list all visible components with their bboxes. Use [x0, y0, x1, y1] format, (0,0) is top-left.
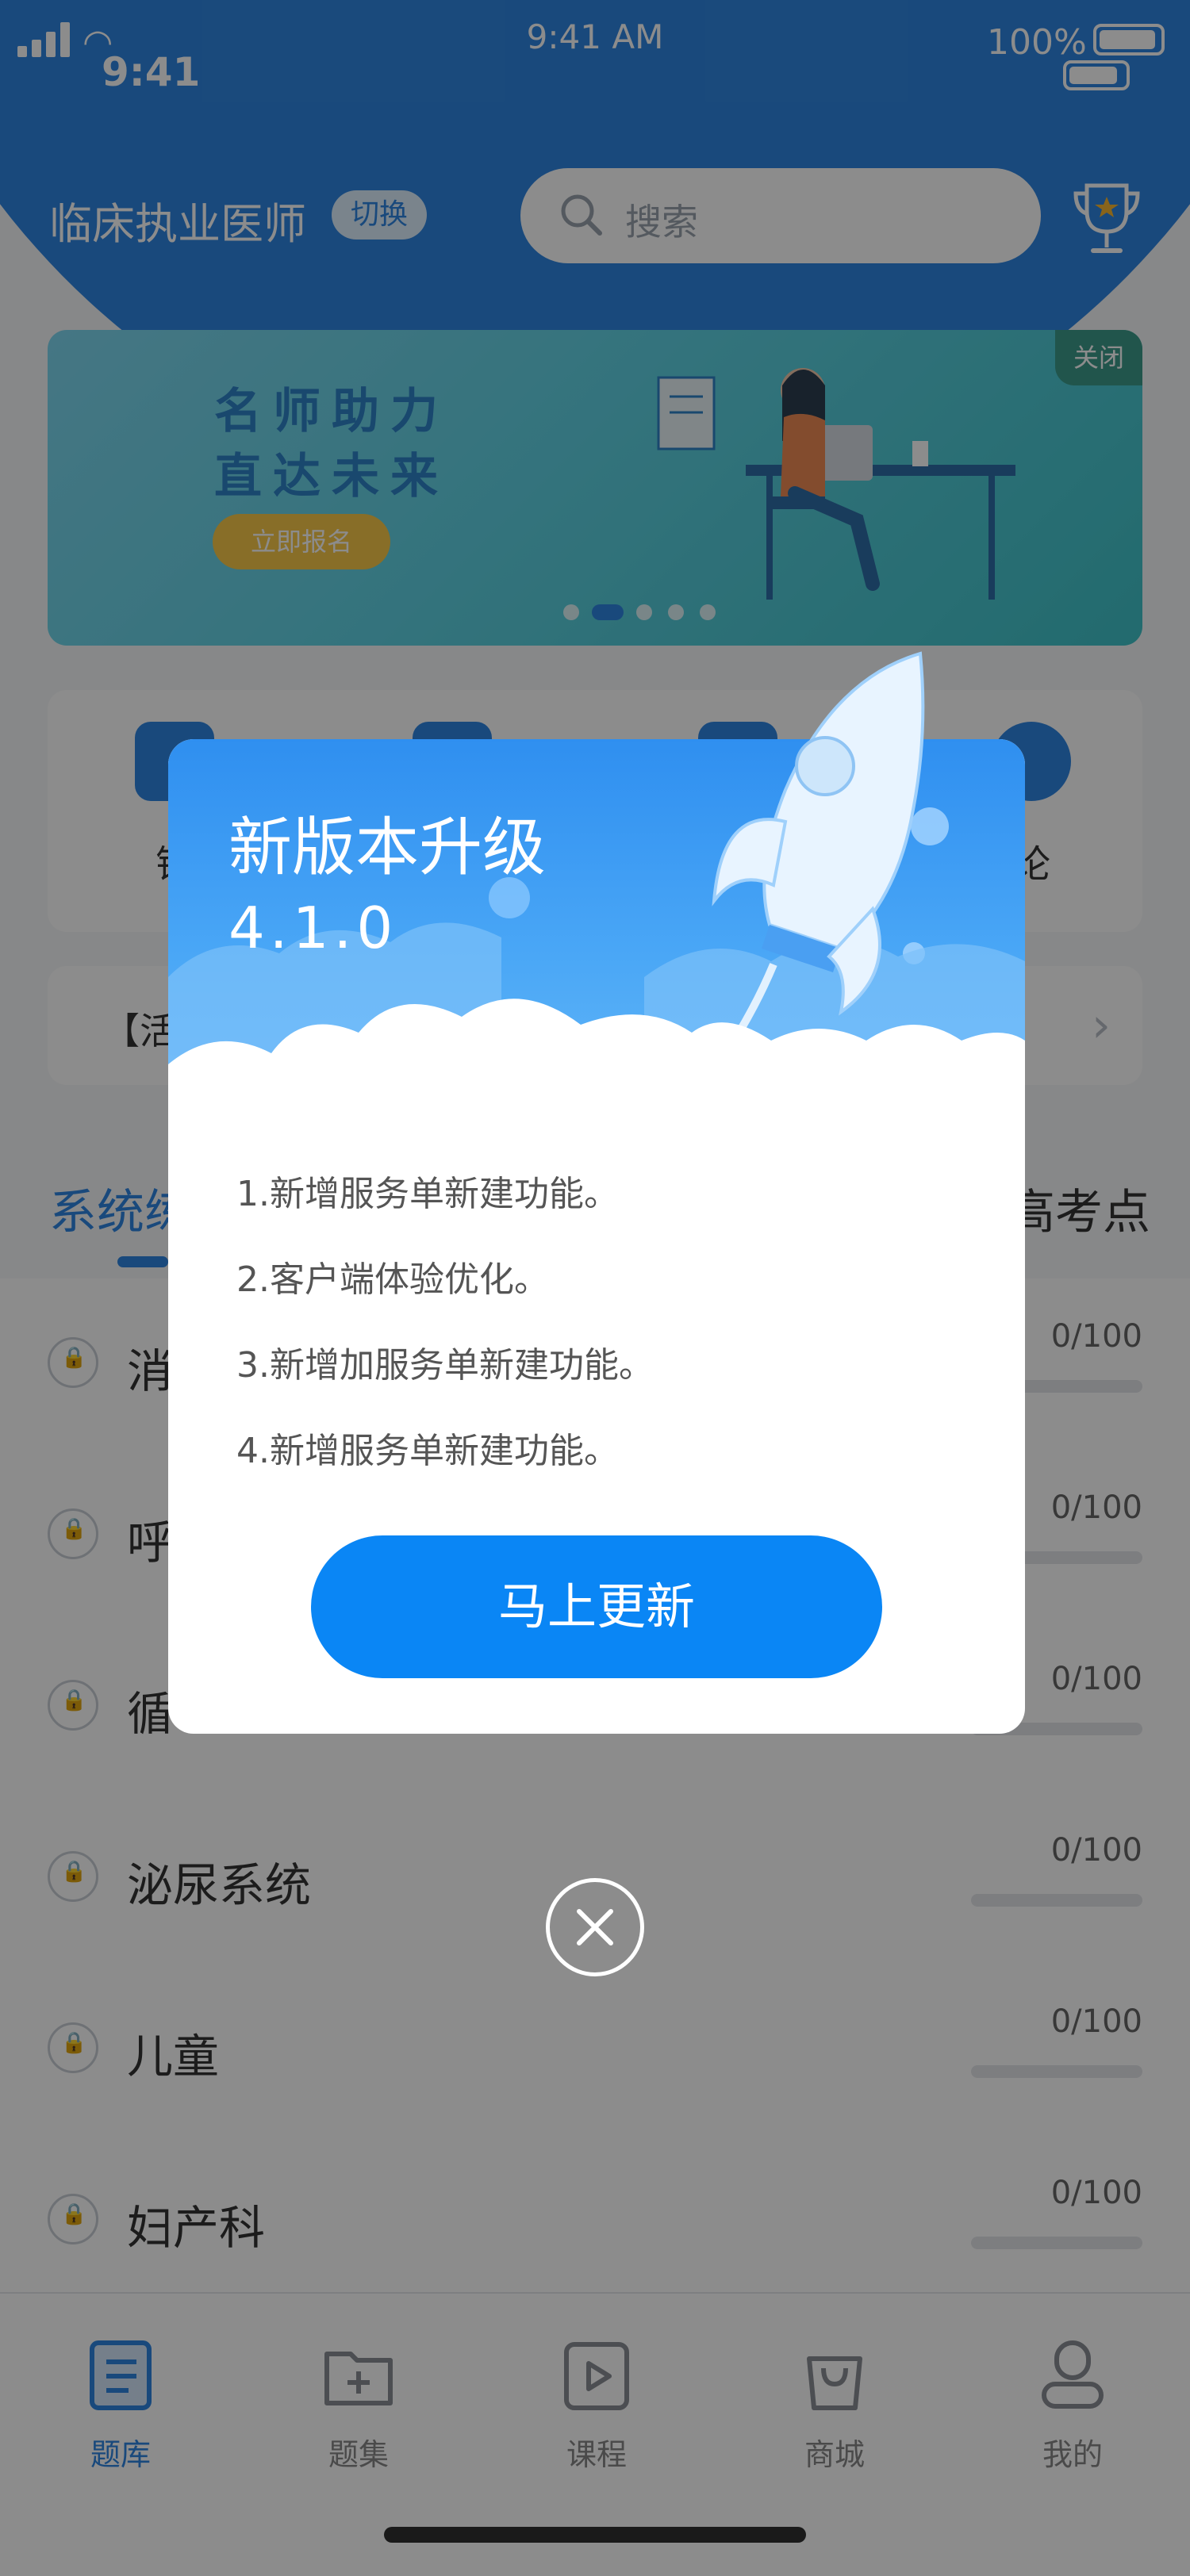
- update-dialog-title: 新版本升级: [228, 811, 546, 884]
- update-notes: 1.新增服务单新建功能。 2.客户端体验优化。 3.新增加服务单新建功能。 4.…: [236, 1152, 950, 1494]
- update-dialog-version: 4.1.0: [228, 895, 398, 961]
- update-now-button[interactable]: 马上更新: [311, 1535, 882, 1678]
- update-note: 4.新增服务单新建功能。: [236, 1431, 619, 1471]
- close-icon: [577, 1909, 613, 1945]
- home-indicator: [384, 2527, 806, 2543]
- update-note: 1.新增服务单新建功能。: [236, 1174, 619, 1214]
- dialog-close-button[interactable]: [546, 1878, 644, 1976]
- update-note: 2.客户端体验优化。: [236, 1259, 549, 1300]
- rocket-icon: [712, 651, 925, 1060]
- app-screen: ◠ 9:41 9:41 AM 100% 临床执业医师 切换 搜索 名师助力 直达…: [0, 0, 1190, 2576]
- update-note: 3.新增加服务单新建功能。: [236, 1345, 654, 1386]
